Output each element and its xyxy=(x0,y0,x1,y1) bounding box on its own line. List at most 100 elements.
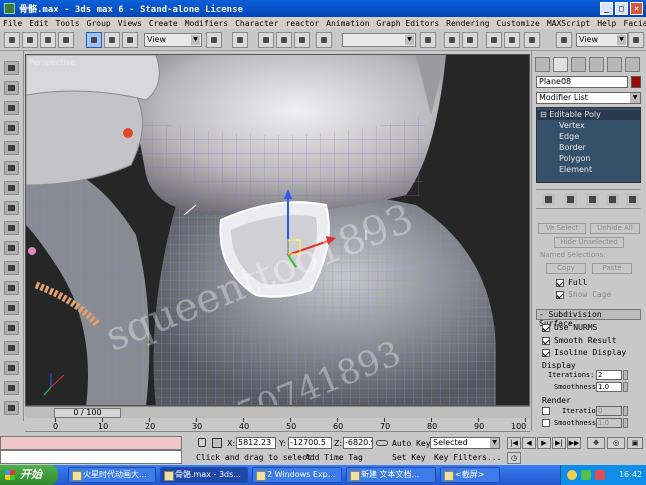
lock-selection-icon[interactable] xyxy=(198,438,206,447)
taskbar-item[interactable]: <截屏> xyxy=(440,467,500,483)
absolute-mode-icon[interactable] xyxy=(212,438,222,448)
percent-snap-icon[interactable] xyxy=(294,32,310,48)
quick-render-icon[interactable] xyxy=(504,32,520,48)
render-iterations-spinner[interactable] xyxy=(623,406,628,416)
close-button[interactable]: × xyxy=(630,2,643,15)
display-iterations-input[interactable]: 2 xyxy=(596,370,622,380)
link-icon[interactable] xyxy=(40,32,56,48)
key-filters-button[interactable]: Key Filters... xyxy=(434,453,501,462)
show-cage-checkbox[interactable] xyxy=(556,291,564,299)
menu-customize[interactable]: Customize xyxy=(497,19,540,28)
render-last-icon[interactable] xyxy=(628,32,644,48)
object-color-swatch[interactable] xyxy=(631,76,641,88)
minimize-button[interactable]: _ xyxy=(600,2,613,15)
mirror-icon[interactable] xyxy=(316,32,332,48)
start-button[interactable]: 开始 xyxy=(0,465,58,485)
modify-tab-icon[interactable] xyxy=(553,57,568,72)
render-smoothness-spinner[interactable] xyxy=(623,418,628,428)
render-view-dropdown[interactable]: View ▼ xyxy=(576,33,628,47)
time-configuration-icon[interactable]: ◷ xyxy=(507,452,521,464)
taskbar-item[interactable]: 2 Windows Exp... xyxy=(252,467,342,483)
previous-frame-icon[interactable]: ◀ xyxy=(522,437,536,449)
stack-item-polygon[interactable]: Polygon xyxy=(537,154,640,164)
hierarchy-tab-icon[interactable] xyxy=(571,57,586,72)
menu-character[interactable]: Character xyxy=(235,19,278,28)
display-icon[interactable] xyxy=(4,301,19,315)
curve-editor-icon[interactable] xyxy=(444,32,460,48)
y-coordinate-input[interactable]: -12700.5 xyxy=(288,437,332,449)
pan-view-icon[interactable]: ✥ xyxy=(587,437,605,449)
cameras-icon[interactable] xyxy=(4,141,19,155)
lights-icon[interactable] xyxy=(4,121,19,135)
play-icon[interactable]: ▶ xyxy=(537,437,551,449)
smooth-result-checkbox[interactable] xyxy=(542,337,550,345)
render-iterations-checkbox[interactable] xyxy=(542,407,550,415)
full-checkbox[interactable] xyxy=(556,279,564,287)
maxscript-macro-recorder[interactable] xyxy=(0,436,182,450)
stack-item-edge[interactable]: Edge xyxy=(537,132,640,142)
hierarchy-icon[interactable] xyxy=(4,261,19,275)
key-selection-dropdown[interactable]: Selected ▼ xyxy=(430,437,500,449)
perspective-viewport[interactable]: Perspective squeenttoo1893 xyxy=(25,54,530,406)
render-iterations-input[interactable]: 0 xyxy=(596,406,622,416)
shapes-icon[interactable] xyxy=(4,101,19,115)
taskbar-item[interactable]: 火星时代动画大... xyxy=(68,467,156,483)
utilities-tab-icon[interactable] xyxy=(625,57,640,72)
render-scene-icon[interactable] xyxy=(486,32,502,48)
isoline-display-checkbox[interactable] xyxy=(542,349,550,357)
copy-button[interactable]: Copy xyxy=(546,263,586,274)
reactor-icon[interactable] xyxy=(4,401,19,415)
pin-stack-icon[interactable] xyxy=(542,193,555,206)
menu-file[interactable]: File xyxy=(3,19,22,28)
clock[interactable]: 16:42 xyxy=(619,470,642,479)
utilities-icon[interactable] xyxy=(4,321,19,335)
object-name-field[interactable]: Plane08 xyxy=(536,76,628,88)
menu-modifiers[interactable]: Modifiers xyxy=(185,19,228,28)
stack-item-editable-poly[interactable]: ⊟ Editable Poly xyxy=(537,110,640,120)
menu-reactor[interactable]: reactor xyxy=(285,19,319,28)
use-nurms-checkbox[interactable] xyxy=(542,324,550,332)
display-iterations-spinner[interactable] xyxy=(623,370,628,380)
tray-icon[interactable] xyxy=(595,470,605,480)
x-coordinate-input[interactable]: 5812.23 xyxy=(236,437,276,449)
render-smoothness-checkbox[interactable] xyxy=(542,419,550,427)
modify-icon[interactable] xyxy=(4,241,19,255)
teapot-icon[interactable] xyxy=(524,32,540,48)
make-unique-icon[interactable] xyxy=(586,193,599,206)
add-time-tag[interactable]: Add Time Tag xyxy=(305,453,363,462)
next-frame-icon[interactable]: ▶| xyxy=(552,437,566,449)
pivot-center-icon[interactable] xyxy=(206,32,222,48)
menu-animation[interactable]: Animation xyxy=(326,19,369,28)
display-tab-icon[interactable] xyxy=(607,57,622,72)
time-slider-track[interactable]: 0 / 100 xyxy=(25,406,530,418)
display-smoothness-input[interactable]: 1.0 xyxy=(596,382,622,392)
create-tab-icon[interactable] xyxy=(535,57,550,72)
remove-modifier-icon[interactable] xyxy=(606,193,619,206)
display-smoothness-spinner[interactable] xyxy=(623,382,628,392)
viewport-label[interactable]: Perspective xyxy=(29,58,75,67)
maxscript-listener[interactable] xyxy=(0,436,182,464)
menu-group[interactable]: Group xyxy=(87,19,111,28)
menu-graph-editors[interactable]: Graph Editors xyxy=(377,19,440,28)
space-warps-icon[interactable] xyxy=(4,181,19,195)
stack-item-vertex[interactable]: Vertex xyxy=(537,121,640,131)
menu-tools[interactable]: Tools xyxy=(56,19,80,28)
hide-unselected-button[interactable]: Hide Unselected xyxy=(554,237,624,248)
modifier-list-dropdown[interactable]: Modifier List ▼ xyxy=(536,92,641,104)
angle-snap-icon[interactable] xyxy=(276,32,292,48)
snap-toggle-icon[interactable] xyxy=(258,32,274,48)
material-editor-icon[interactable] xyxy=(462,32,478,48)
maximize-button[interactable]: □ xyxy=(615,2,628,15)
select-scale-icon[interactable] xyxy=(122,32,138,48)
unhide-all-button[interactable]: Unhide All xyxy=(590,223,640,234)
redo-icon[interactable] xyxy=(22,32,38,48)
configure-sets-icon[interactable] xyxy=(626,193,639,206)
select-by-name-icon[interactable] xyxy=(232,32,248,48)
orbit-view-icon[interactable]: ◎ xyxy=(607,437,625,449)
go-to-end-icon[interactable]: ▶▶ xyxy=(567,437,581,449)
render-type-icon[interactable] xyxy=(556,32,572,48)
taskbar-item[interactable]: 骨骼.max - 3ds... xyxy=(160,467,248,483)
taskbar-item[interactable]: 新建 文本文档... xyxy=(346,467,436,483)
geometry-icon[interactable] xyxy=(4,81,19,95)
bones-icon[interactable] xyxy=(4,341,19,355)
